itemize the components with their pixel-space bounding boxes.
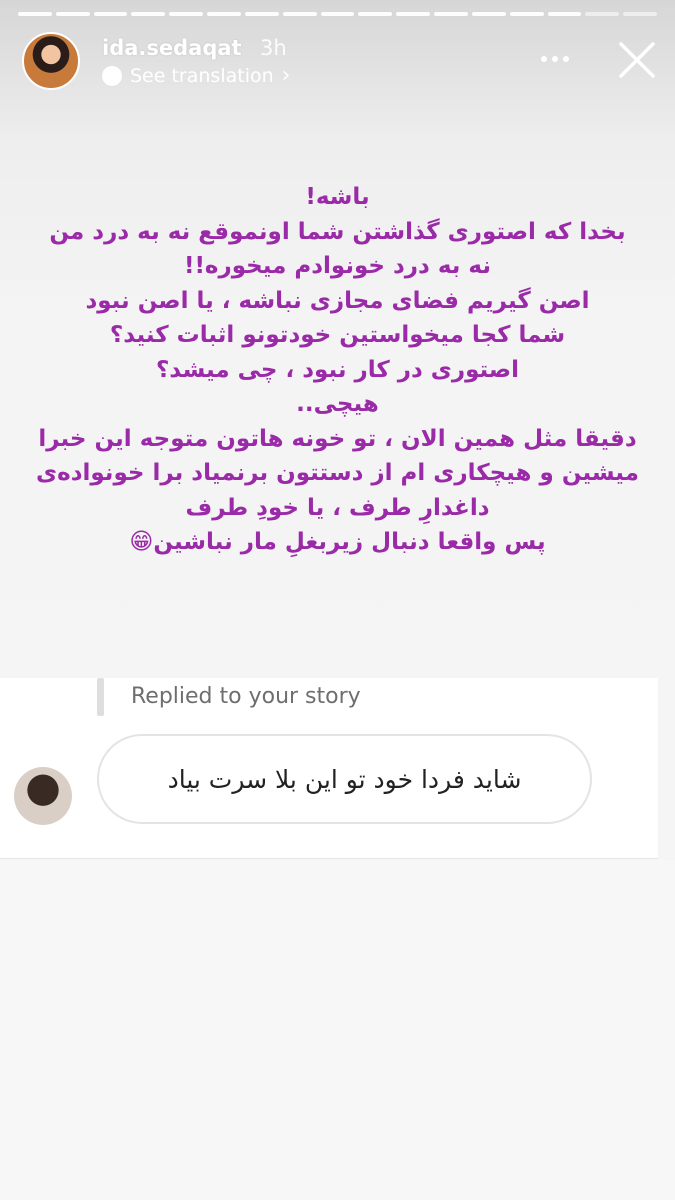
progress-segment [93,12,128,16]
reply-sender-avatar[interactable] [14,767,72,825]
translate-icon [102,66,122,86]
progress-segment [244,12,279,16]
progress-segment [434,12,468,16]
replied-to-story-label: Replied to your story [131,684,361,709]
story-text-line: داغدارِ طرف ، یا خودِ طرف [185,494,490,521]
story-text-line: شما کجا میخواستین خودتونو اثبات کنید؟ [109,322,566,348]
reply-quote-bar [97,678,104,716]
see-translation-label: See translation [130,65,274,87]
progress-segment [509,12,544,16]
story-reply-panel: Replied to your story شاید فردا خود تو ا… [0,678,658,859]
avatar[interactable] [22,32,80,90]
progress-segment [396,12,431,16]
username[interactable]: ida.sedaqat [102,36,242,60]
story-text-line: باشه! [305,184,370,210]
post-time: 3h [260,36,287,60]
story-header: ida.sedaqat 3h See translation › [22,32,657,92]
story-bottom-area [0,860,675,1200]
story-text-line: دقیقا مثل همین الان ، تو خونه هاتون متوج… [38,425,637,452]
progress-segment [623,12,658,16]
more-options-icon[interactable] [541,56,569,62]
reply-message-bubble[interactable]: شاید فردا خود تو این بلا سرت بیاد [97,734,592,824]
story-text-line: هیچی.. [296,391,379,417]
close-icon[interactable] [617,40,657,80]
progress-segment [55,12,90,16]
progress-segment [585,12,620,16]
story-text-line: اصن گیریم فضای مجازی نباشه ، یا اصن نبود [85,287,590,314]
progress-segment [207,12,241,16]
progress-segment [320,12,355,16]
progress-segment [169,12,204,16]
story-text-line: میشین و هیچکاری ام از دستتون برنمیاد برا… [36,460,639,486]
progress-segment [282,12,317,16]
story-text-line: اصتوری در کار نبود ، چی میشد؟ [155,356,520,383]
story-text: باشه! بخدا که اصتوری گذاشتن شما اونموقع … [30,180,645,560]
story-text-line: پس واقعا دنبال زیربغلِ مار نباشین😁 [129,529,546,555]
progress-segment [471,12,506,16]
story-text-line: نه به درد خونوادم میخوره!! [183,253,492,279]
see-translation-button[interactable]: See translation › [102,65,290,87]
progress-segment [18,12,52,16]
progress-segment [358,12,393,16]
progress-segment [547,12,582,16]
chevron-right-icon: › [281,63,291,88]
story-progress-bar [18,12,658,18]
story-text-line: بخدا که اصتوری گذاشتن شما اونموقع نه به … [49,218,626,245]
progress-segment [131,12,166,16]
